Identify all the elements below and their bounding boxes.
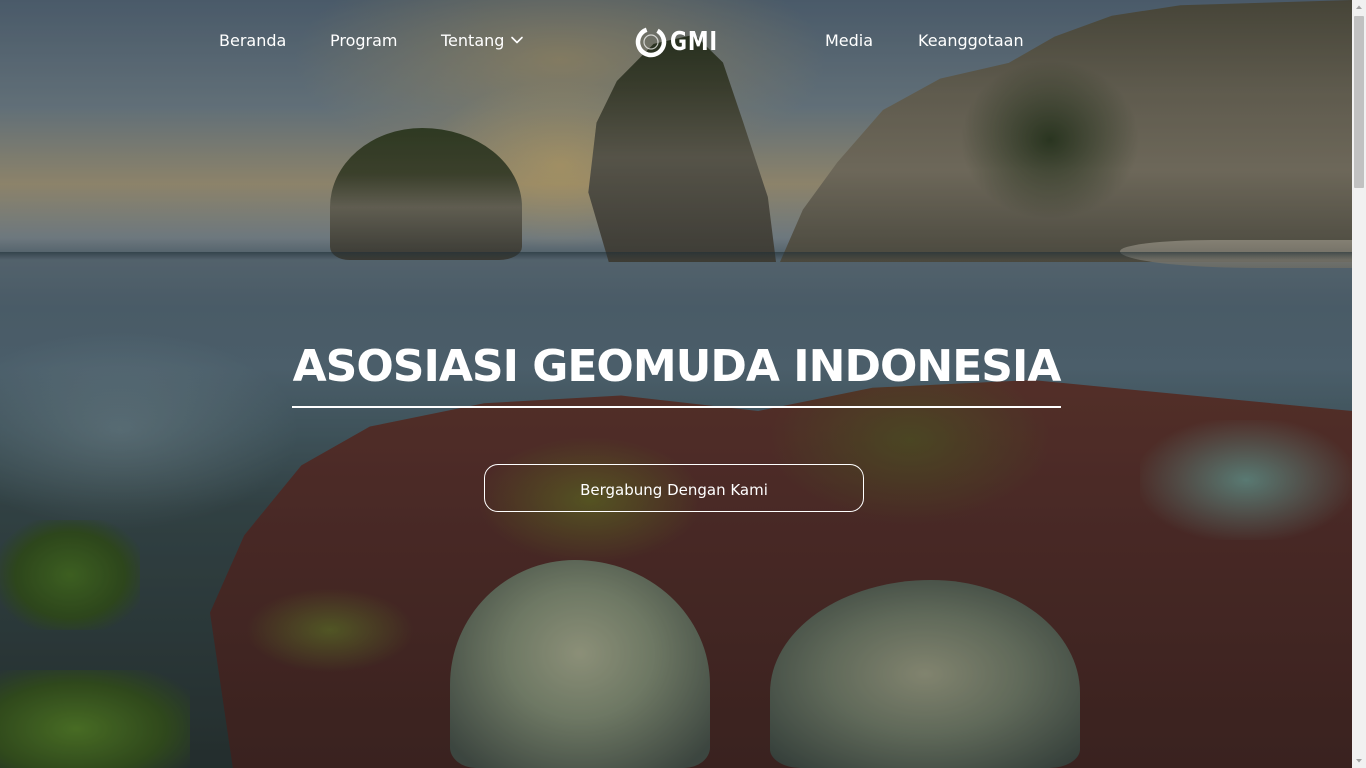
hero-divider xyxy=(292,406,1061,408)
nav-item-media[interactable]: Media xyxy=(825,30,873,52)
ring-logo-icon xyxy=(635,26,667,58)
scrollbar-thumb[interactable] xyxy=(1354,16,1364,188)
site-logo[interactable]: GMI xyxy=(634,22,724,62)
nav-item-beranda[interactable]: Beranda xyxy=(219,30,286,52)
scroll-down-arrow-icon[interactable] xyxy=(1352,754,1366,768)
page-scrollbar[interactable] xyxy=(1352,0,1366,768)
nav-item-program[interactable]: Program xyxy=(330,30,398,52)
page: Beranda Program Tentang GMI Media Keangg… xyxy=(0,0,1366,768)
nav-item-tentang-label: Tentang xyxy=(441,31,505,50)
chevron-down-icon xyxy=(511,36,524,44)
nav-item-keanggotaan[interactable]: Keanggotaan xyxy=(918,30,1024,52)
hero-title: ASOSIASI GEOMUDA INDONESIA xyxy=(292,341,1062,392)
scroll-up-arrow-icon[interactable] xyxy=(1352,0,1366,14)
logo-text: GMI xyxy=(670,27,718,57)
join-button[interactable]: Bergabung Dengan Kami xyxy=(484,464,864,512)
nav-item-tentang[interactable]: Tentang xyxy=(441,30,524,52)
